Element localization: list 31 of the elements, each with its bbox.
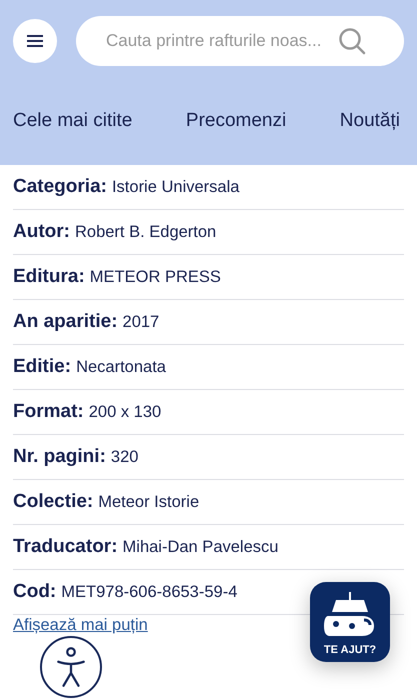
detail-label: Autor: xyxy=(13,221,70,243)
search-field[interactable]: Cauta printre rafturile noas... xyxy=(76,16,404,66)
detail-label: Nr. pagini: xyxy=(13,446,106,468)
detail-value: Mihai-Dan Pavelescu xyxy=(122,538,278,556)
detail-value: Necartonata xyxy=(76,358,166,376)
detail-value: 200 x 130 xyxy=(88,402,162,422)
detail-value: Robert B. Edgerton xyxy=(74,222,216,242)
menu-icon xyxy=(26,34,44,48)
detail-value: METEOR PRESS xyxy=(90,268,221,286)
accessibility-icon xyxy=(56,646,86,688)
detail-value: 320 xyxy=(110,448,138,466)
nav-tab[interactable]: Noutăți xyxy=(340,110,400,132)
detail-label: Categoria: xyxy=(13,176,107,198)
search-icon xyxy=(338,27,366,55)
detail-value: 2017 xyxy=(122,312,160,332)
detail-label: Format: xyxy=(13,401,84,423)
detail-label: Traducator: xyxy=(13,536,118,558)
nav-tab[interactable]: Cele mai citite xyxy=(13,110,132,132)
show-less-link[interactable]: Afișează mai puțin xyxy=(13,616,148,635)
menu-button[interactable] xyxy=(13,19,57,63)
detail-value: Istorie Universala xyxy=(112,178,240,196)
detail-label: Editura: xyxy=(13,266,85,288)
detail-label: Colectie: xyxy=(13,491,94,513)
detail-label: An aparitie: xyxy=(13,311,118,333)
nav-tab[interactable]: Precomenzi xyxy=(186,110,286,132)
detail-value: MET978-606-8653-59-4 xyxy=(61,582,238,602)
detail-label: Editie: xyxy=(13,356,72,378)
help-chat-button[interactable]: TE AJUT? xyxy=(310,582,390,662)
detail-value: Meteor Istorie xyxy=(98,492,200,512)
search-input[interactable]: Cauta printre rafturile noas... xyxy=(106,31,336,51)
detail-label: Cod: xyxy=(13,581,56,603)
